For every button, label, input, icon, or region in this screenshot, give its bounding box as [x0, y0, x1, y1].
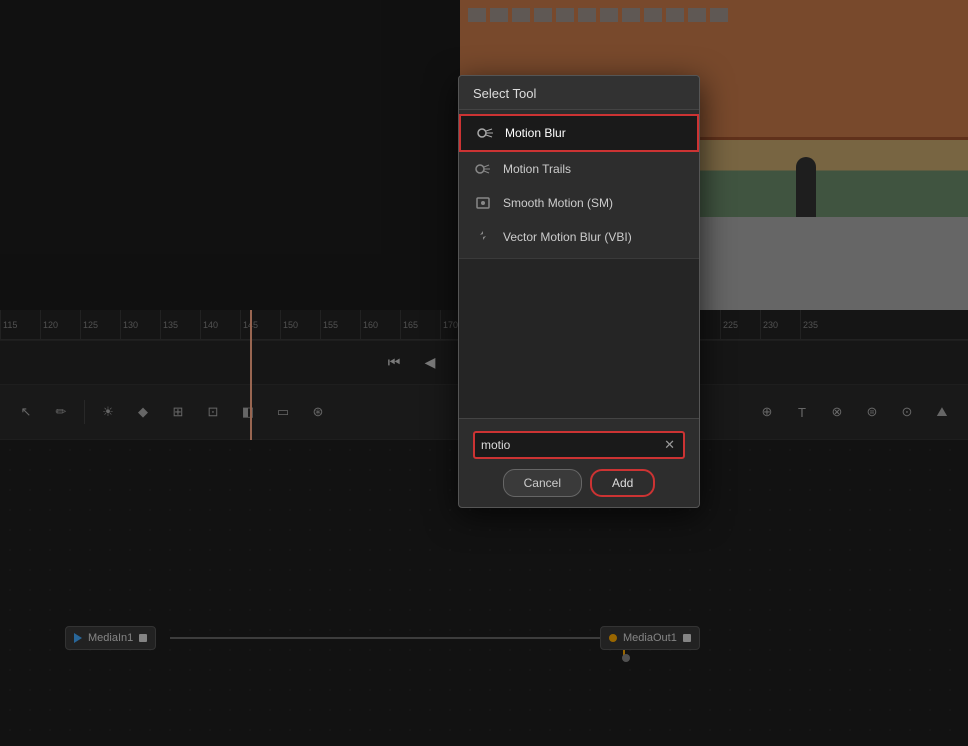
tool-label-motion-blur: Motion Blur [505, 126, 566, 140]
search-input[interactable] [481, 438, 662, 452]
motion-blur-icon [475, 123, 495, 143]
dialog-title: Select Tool [459, 76, 699, 110]
cancel-button[interactable]: Cancel [503, 469, 582, 497]
smooth-motion-icon [473, 193, 493, 213]
select-tool-dialog: Select Tool Motion Blur [458, 75, 700, 508]
tool-label-motion-trails: Motion Trails [503, 162, 571, 176]
tool-item-motion-blur[interactable]: Motion Blur [459, 114, 699, 152]
add-button[interactable]: Add [590, 469, 655, 497]
search-input-wrap: ✕ [473, 431, 685, 459]
tool-item-motion-trails[interactable]: Motion Trails [459, 152, 699, 186]
search-clear-button[interactable]: ✕ [662, 437, 677, 453]
tool-list: Motion Blur Motion Trails [459, 110, 699, 258]
tool-item-smooth-motion[interactable]: Smooth Motion (SM) [459, 186, 699, 220]
dialog-buttons: Cancel Add [473, 469, 685, 497]
dialog-search-section: ✕ Cancel Add [459, 418, 699, 507]
motion-trails-icon [473, 159, 493, 179]
tool-label-vector-motion-blur: Vector Motion Blur (VBI) [503, 230, 632, 244]
tool-item-vector-motion-blur[interactable]: Vector Motion Blur (VBI) [459, 220, 699, 254]
vector-motion-blur-icon [473, 227, 493, 247]
dialog-empty-space [459, 258, 699, 418]
tool-label-smooth-motion: Smooth Motion (SM) [503, 196, 613, 210]
